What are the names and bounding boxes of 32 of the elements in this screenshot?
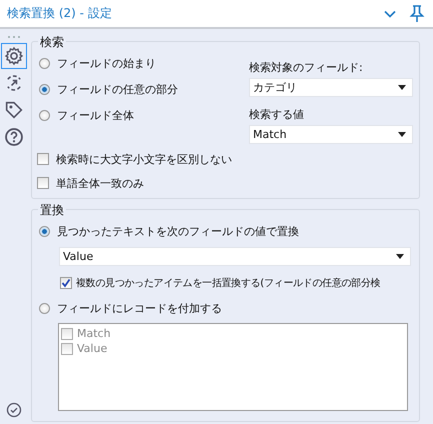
option-label: フィールドの任意の部分 <box>57 82 178 96</box>
radio-button[interactable] <box>39 226 50 236</box>
group-title: 置換 <box>38 202 66 219</box>
search-term-dropdown[interactable]: Match <box>249 125 413 144</box>
caret-icon <box>398 132 406 137</box>
option-label: フィールドにレコードを付加する <box>57 300 222 316</box>
option-label: フィールド全体 <box>57 108 134 122</box>
checkbox[interactable] <box>60 277 72 289</box>
group-title: 検索 <box>38 34 66 51</box>
checkbox-label: 複数の見つかったアイテムを一括置換する(フィールドの任意の部分検 <box>76 276 380 290</box>
field-dropdown[interactable]: カテゴリ <box>249 78 413 97</box>
gear-icon[interactable] <box>1 43 27 69</box>
field-label: 検索対象のフィールド: <box>249 60 364 75</box>
checkbox-label: 単語全体一致のみ <box>56 176 144 190</box>
radio-button[interactable] <box>39 302 50 314</box>
caret-icon <box>398 85 406 90</box>
checkbox-label: Value <box>77 342 108 355</box>
checkbox-label: Match <box>77 327 111 340</box>
radio-button[interactable] <box>39 110 50 120</box>
check-circle-icon[interactable] <box>6 402 22 418</box>
checkbox[interactable] <box>37 153 49 165</box>
caret-icon <box>396 254 404 259</box>
radio-button[interactable] <box>39 84 50 94</box>
option-label: フィールドの始まり <box>57 56 156 70</box>
checkbox-label: 検索時に大文字小文字を区別しない <box>56 152 232 166</box>
panel-title: 検索置換 (2) - 設定 <box>7 5 112 22</box>
radio-button[interactable] <box>39 58 50 68</box>
checkbox[interactable] <box>37 177 49 189</box>
value-label: 検索する値 <box>249 107 305 122</box>
pin-icon[interactable] <box>409 4 425 22</box>
replace-field-dropdown[interactable]: Value <box>59 247 411 266</box>
option-label: 見つかったテキストを次のフィールドの値で置換 <box>57 224 299 238</box>
